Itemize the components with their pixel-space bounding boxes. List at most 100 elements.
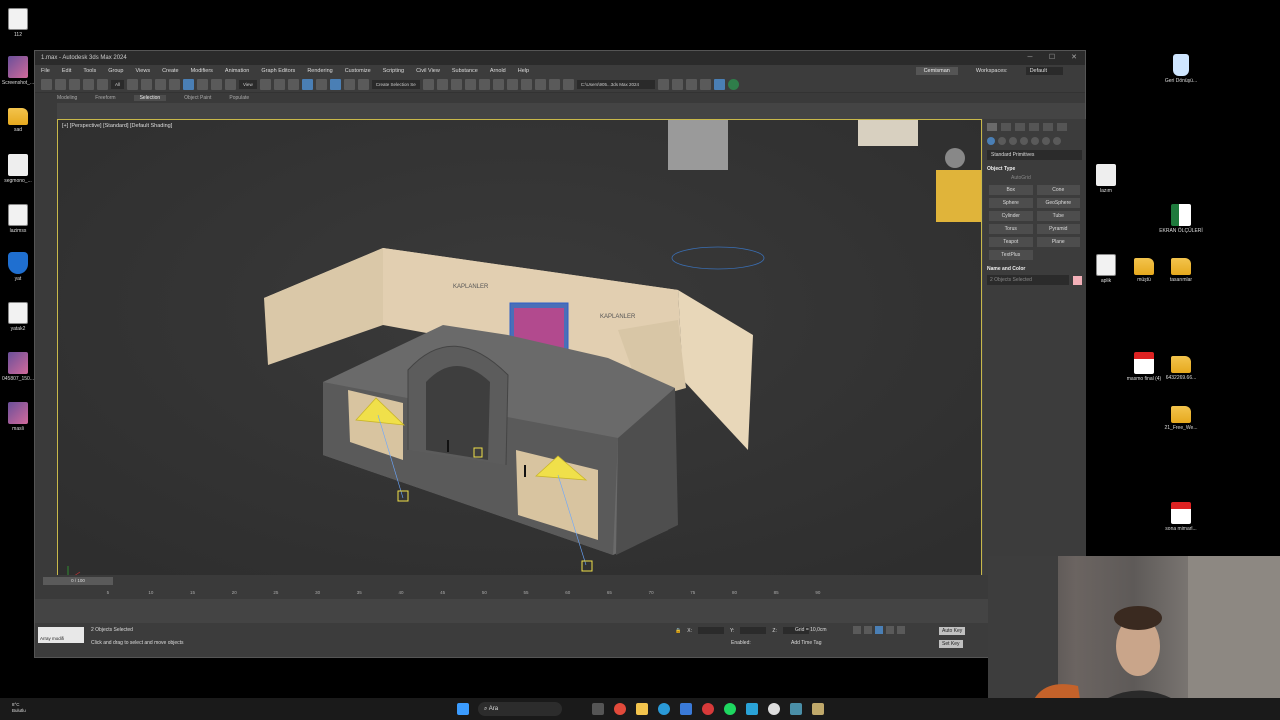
keyboard-shortcut-override-icon[interactable] <box>287 79 299 90</box>
menu-graph-editors[interactable]: Graph Editors <box>261 68 295 74</box>
curve-editor-icon[interactable] <box>492 79 504 90</box>
project-path-dropdown[interactable]: C:\Users\905...3ds Max 2024 <box>576 80 655 89</box>
mail-icon[interactable] <box>680 703 692 715</box>
render-setup-icon[interactable] <box>534 79 546 90</box>
app-taskbar-icon[interactable] <box>812 703 824 715</box>
selection-region-icon[interactable] <box>155 79 167 90</box>
menu-substance[interactable]: Substance <box>452 68 478 74</box>
menu-animation[interactable]: Animation <box>225 68 249 74</box>
object-type-rollout[interactable]: Object Type <box>987 166 1082 172</box>
workspace-dropdown[interactable]: Default <box>1025 67 1063 75</box>
ribbon-tab-selection[interactable]: Selection <box>133 95 167 101</box>
unlink-icon[interactable] <box>83 79 94 90</box>
viewport-layout-tabs[interactable] <box>35 103 57 599</box>
arnold-ipr-icon[interactable] <box>685 79 697 90</box>
menu-help[interactable]: Help <box>518 68 529 74</box>
create-tube-button[interactable]: Tube <box>1036 211 1080 221</box>
track-bar[interactable]: 5 10 15 20 25 30 35 40 45 50 55 60 65 70 75 80 85 90 <box>65 587 985 599</box>
toggle-layer-explorer-icon[interactable] <box>464 79 476 90</box>
select-and-place-icon[interactable] <box>225 79 237 90</box>
lights-icon[interactable] <box>1009 137 1017 145</box>
motion-tab-icon[interactable] <box>1029 123 1039 131</box>
redo-icon[interactable] <box>55 79 66 90</box>
create-geosphere-button[interactable]: GeoSphere <box>1036 198 1080 208</box>
menu-create[interactable]: Create <box>162 68 179 74</box>
y-field[interactable] <box>740 627 767 634</box>
display-tab-icon[interactable] <box>1043 123 1053 131</box>
named-selection-set-dropdown[interactable]: Create Selection Se <box>371 80 420 89</box>
file-explorer-icon[interactable] <box>636 703 648 715</box>
menu-civil-view[interactable]: Civil View <box>416 68 440 74</box>
desktop-icon-left[interactable]: 112 <box>0 8 40 38</box>
render-production-icon[interactable] <box>562 79 574 90</box>
desktop-icon-right[interactable]: sona mimarl... <box>1159 502 1203 532</box>
play-icon[interactable] <box>875 626 883 634</box>
close-icon[interactable]: ✕ <box>1063 51 1085 65</box>
3dsmax-taskbar-icon[interactable] <box>790 703 802 715</box>
align-icon[interactable] <box>436 79 448 90</box>
object-name-field[interactable]: 2 Objects Selected <box>987 275 1069 285</box>
steam-icon[interactable] <box>768 703 780 715</box>
edge-icon[interactable] <box>658 703 670 715</box>
arnold-settings-icon[interactable] <box>699 79 711 90</box>
reference-coordinate-dropdown[interactable]: View <box>239 80 257 89</box>
telegram-icon[interactable] <box>746 703 758 715</box>
angle-snap-icon[interactable] <box>315 79 327 90</box>
select-and-move-icon[interactable] <box>183 79 195 90</box>
select-object-icon[interactable] <box>127 79 139 90</box>
viewport-label[interactable]: [+] [Perspective] [Standard] [Default Sh… <box>62 123 172 129</box>
next-frame-icon[interactable] <box>886 626 894 634</box>
create-teapot-button[interactable]: Teapot <box>989 237 1033 247</box>
pivot-center-icon[interactable] <box>259 79 271 90</box>
create-textplus-button[interactable]: TextPlus <box>989 250 1033 260</box>
maximize-icon[interactable]: ☐ <box>1041 51 1063 65</box>
percent-snap-icon[interactable] <box>329 79 341 90</box>
select-and-scale-icon[interactable] <box>211 79 223 90</box>
mirror-icon[interactable] <box>422 79 434 90</box>
minimize-icon[interactable]: ─ <box>1019 51 1041 65</box>
name-and-color-rollout[interactable]: Name and Color <box>987 266 1082 272</box>
cameras-icon[interactable] <box>1020 137 1028 145</box>
menu-scripting[interactable]: Scripting <box>383 68 404 74</box>
create-pyramid-button[interactable]: Pyramid <box>1036 224 1080 234</box>
ribbon-tab-object-paint[interactable]: Object Paint <box>184 95 211 101</box>
menu-group[interactable]: Group <box>108 68 123 74</box>
desktop-icon-right[interactable]: 6432269.66... <box>1159 352 1203 381</box>
spotify-icon[interactable] <box>724 703 736 715</box>
autogrid-checkbox[interactable]: AutoGrid <box>1011 175 1058 181</box>
open-explorer-icon[interactable] <box>657 79 669 90</box>
geometry-icon[interactable] <box>987 137 995 145</box>
menu-rendering[interactable]: Rendering <box>307 68 332 74</box>
add-time-tag[interactable]: Add Time Tag <box>791 640 821 646</box>
auto-key-button[interactable]: Auto Key <box>939 627 966 635</box>
material-editor-icon[interactable] <box>520 79 532 90</box>
shapes-icon[interactable] <box>998 137 1006 145</box>
chrome-icon[interactable] <box>614 703 626 715</box>
snaps-toggle-icon[interactable] <box>301 79 313 90</box>
space-warps-icon[interactable] <box>1042 137 1050 145</box>
user-account-menu[interactable]: Cemisman <box>915 67 958 75</box>
toggle-ribbon-icon[interactable] <box>478 79 490 90</box>
hierarchy-tab-icon[interactable] <box>1015 123 1025 131</box>
previous-frame-icon[interactable] <box>864 626 872 634</box>
opera-icon[interactable] <box>702 703 714 715</box>
bind-space-warp-icon[interactable] <box>97 79 108 90</box>
select-by-name-icon[interactable] <box>141 79 153 90</box>
perspective-viewport[interactable]: [+] [Perspective] [Standard] [Default Sh… <box>57 119 982 595</box>
desktop-icon-right[interactable]: Geri Dönüşü... <box>1159 54 1203 84</box>
select-manipulate-icon[interactable] <box>273 79 285 90</box>
menu-edit[interactable]: Edit <box>62 68 71 74</box>
desktop-icon-right[interactable]: EKRAN ÖLÇÜLERİ <box>1159 204 1203 234</box>
toggle-scene-explorer-icon[interactable] <box>450 79 462 90</box>
select-and-rotate-icon[interactable] <box>197 79 209 90</box>
taskbar-search[interactable]: ⌕ Ara <box>478 702 562 716</box>
weather-widget[interactable]: 8°C Bulutlu <box>12 702 26 714</box>
systems-icon[interactable] <box>1053 137 1061 145</box>
selection-filter-dropdown[interactable]: All <box>111 80 125 89</box>
time-slider[interactable]: 0 / 100 <box>43 577 113 585</box>
task-view-icon[interactable] <box>592 703 604 715</box>
schematic-view-icon[interactable] <box>506 79 518 90</box>
ribbon-tab-freeform[interactable]: Freeform <box>95 95 115 101</box>
x-field[interactable] <box>697 627 724 634</box>
title-bar[interactable]: 1.max - Autodesk 3ds Max 2024 ─ ☐ ✕ <box>35 51 1085 65</box>
